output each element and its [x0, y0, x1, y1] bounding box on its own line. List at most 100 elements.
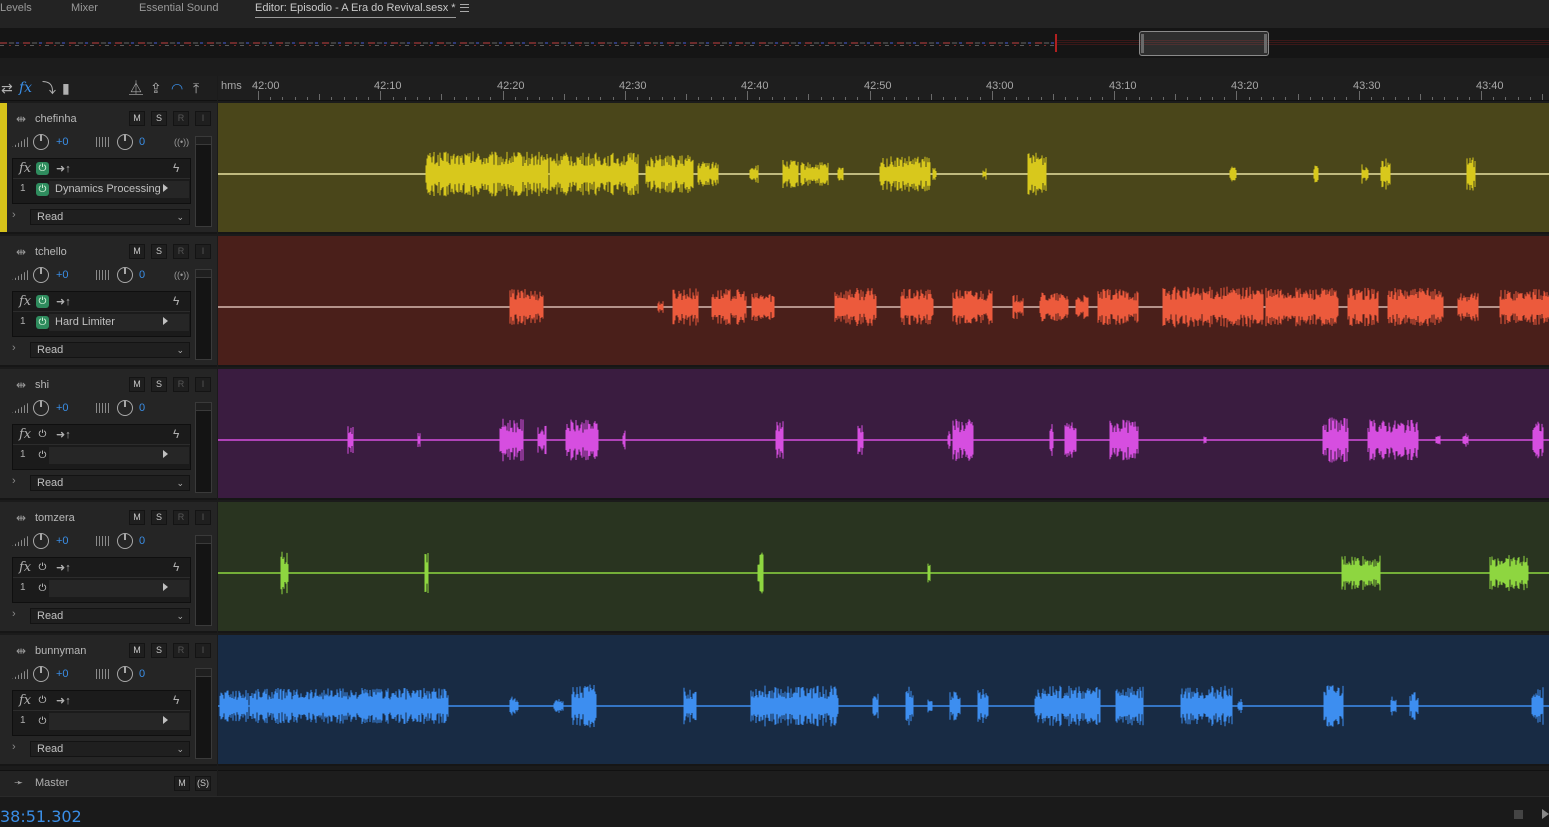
monitor-headphones-icon[interactable]: ◠: [171, 80, 183, 96]
rack-power-icon[interactable]: ⏻: [36, 561, 49, 574]
time-ruler[interactable]: hms 42:00 42:10 42:20 42:30 42:40 42:50 …: [218, 76, 1549, 101]
track-drag-handle-icon[interactable]: ⇹: [16, 511, 26, 525]
volume-value[interactable]: +0: [56, 269, 69, 281]
pre-post-fader-icon[interactable]: ➜↑: [56, 162, 71, 175]
tab-mixer[interactable]: Mixer: [71, 0, 98, 18]
track-header[interactable]: ⇹ tchello M S R I +0 0 ((•)) fx ⏻ ➜↑ ϟ 1…: [0, 236, 217, 367]
track-drag-handle-icon[interactable]: ⇹: [16, 245, 26, 259]
track-lane[interactable]: [218, 502, 1549, 633]
master-mute-button[interactable]: M: [174, 776, 190, 791]
track-lane[interactable]: [218, 635, 1549, 766]
stereo-output-icon[interactable]: ((•)): [174, 270, 189, 280]
solo-button[interactable]: S: [151, 377, 167, 392]
track-lane[interactable]: [218, 369, 1549, 500]
pan-value[interactable]: 0: [139, 136, 145, 148]
record-arm-button[interactable]: R: [173, 643, 189, 658]
lightning-icon[interactable]: ϟ: [173, 161, 179, 175]
volume-value[interactable]: +0: [56, 668, 69, 680]
lightning-icon[interactable]: ϟ: [173, 693, 179, 707]
solo-button[interactable]: S: [151, 510, 167, 525]
record-arm-button[interactable]: R: [173, 510, 189, 525]
volume-value[interactable]: +0: [56, 535, 69, 547]
effects-rack-icon[interactable]: fx: [19, 80, 32, 96]
effect-arrow-icon[interactable]: [163, 184, 168, 192]
pre-post-fader-icon[interactable]: ➜↑: [56, 428, 71, 441]
effect-arrow-icon[interactable]: [163, 317, 168, 325]
record-arm-button[interactable]: R: [173, 377, 189, 392]
effect-slot[interactable]: 1 ⏻: [13, 446, 190, 464]
expand-chevron-icon[interactable]: ›: [12, 741, 16, 753]
volume-knob[interactable]: [33, 400, 49, 416]
effect-power-icon[interactable]: ⏻: [36, 582, 49, 595]
tab-editor[interactable]: Editor: Episodio - A Era do Revival.sesx…: [255, 0, 456, 18]
track-drag-handle-icon[interactable]: ⇹: [16, 378, 26, 392]
mute-button[interactable]: M: [129, 643, 145, 658]
expand-chevron-icon[interactable]: ›: [12, 608, 16, 620]
lightning-icon[interactable]: ϟ: [173, 560, 179, 574]
eq-icon[interactable]: ▮: [62, 80, 70, 96]
metronome-icon[interactable]: ⏅: [129, 80, 143, 96]
automation-mode-select[interactable]: Read ⌄: [30, 209, 190, 225]
volume-knob[interactable]: [33, 533, 49, 549]
track-lane[interactable]: [218, 236, 1549, 367]
pan-knob[interactable]: [117, 134, 133, 150]
expand-chevron-icon[interactable]: ›: [12, 342, 16, 354]
track-header[interactable]: ⇹ bunnyman M S R I +0 0 fx ⏻ ➜↑ ϟ 1 ⏻ › …: [0, 635, 217, 766]
mute-button[interactable]: M: [129, 510, 145, 525]
monitor-input-button[interactable]: I: [195, 244, 211, 259]
sends-icon[interactable]: ⤵: [42, 80, 56, 96]
effect-slot[interactable]: 1 ⏻ Hard Limiter: [13, 313, 190, 331]
effect-slot[interactable]: 1 ⏻ Dynamics Processing: [13, 180, 190, 198]
track-drag-handle-icon[interactable]: ⇹: [16, 112, 26, 126]
track-name[interactable]: tomzera: [35, 512, 75, 524]
volume-value[interactable]: +0: [56, 402, 69, 414]
mute-button[interactable]: M: [129, 377, 145, 392]
track-lane[interactable]: [218, 103, 1549, 234]
pan-value[interactable]: 0: [139, 535, 145, 547]
record-arm-button[interactable]: R: [173, 244, 189, 259]
volume-knob[interactable]: [33, 134, 49, 150]
volume-knob[interactable]: [33, 267, 49, 283]
pan-knob[interactable]: [117, 666, 133, 682]
mute-button[interactable]: M: [129, 244, 145, 259]
solo-button[interactable]: S: [151, 244, 167, 259]
pan-knob[interactable]: [117, 533, 133, 549]
play-icon[interactable]: [1542, 809, 1549, 819]
pre-post-fader-icon[interactable]: ➜↑: [56, 561, 71, 574]
record-arm-icon[interactable]: ⇪: [150, 80, 162, 96]
solo-button[interactable]: S: [151, 643, 167, 658]
pre-post-fader-icon[interactable]: ➜↑: [56, 295, 71, 308]
track-header[interactable]: ⇹ shi M S R I +0 0 fx ⏻ ➜↑ ϟ 1 ⏻ › Read …: [0, 369, 217, 500]
input-output-icon[interactable]: ⇄: [1, 80, 13, 96]
monitor-input-button[interactable]: I: [195, 643, 211, 658]
track-name[interactable]: bunnyman: [35, 645, 86, 657]
volume-value[interactable]: +0: [56, 136, 69, 148]
pre-post-fader-icon[interactable]: ➜↑: [56, 694, 71, 707]
session-overview[interactable]: [0, 28, 1549, 58]
track-name[interactable]: chefinha: [35, 113, 77, 125]
current-time-display[interactable]: 38:51.302: [0, 807, 82, 826]
pan-value[interactable]: 0: [139, 269, 145, 281]
stereo-output-icon[interactable]: ((•)): [174, 137, 189, 147]
automation-mode-select[interactable]: Read ⌄: [30, 342, 190, 358]
effect-power-icon[interactable]: ⏻: [36, 316, 49, 329]
automation-mode-select[interactable]: Read ⌄: [30, 741, 190, 757]
solo-button[interactable]: S: [151, 111, 167, 126]
effect-power-icon[interactable]: ⏻: [36, 715, 49, 728]
effect-arrow-icon[interactable]: [163, 583, 168, 591]
effect-arrow-icon[interactable]: [163, 450, 168, 458]
panel-menu-icon[interactable]: [460, 4, 469, 12]
tab-levels[interactable]: Levels: [0, 0, 32, 18]
rack-power-icon[interactable]: ⏻: [36, 428, 49, 441]
monitor-input-button[interactable]: I: [195, 111, 211, 126]
rack-power-icon[interactable]: ⏻: [36, 295, 49, 308]
effect-slot[interactable]: 1 ⏻: [13, 712, 190, 730]
overview-zoom-window[interactable]: [1139, 31, 1269, 56]
automation-mode-select[interactable]: Read ⌄: [30, 608, 190, 624]
pan-knob[interactable]: [117, 400, 133, 416]
effect-power-icon[interactable]: ⏻: [36, 183, 49, 196]
track-drag-handle-icon[interactable]: ⇹: [16, 644, 26, 658]
tab-essential-sound[interactable]: Essential Sound: [139, 0, 219, 18]
automation-mode-select[interactable]: Read ⌄: [30, 475, 190, 491]
expand-chevron-icon[interactable]: ›: [12, 209, 16, 221]
